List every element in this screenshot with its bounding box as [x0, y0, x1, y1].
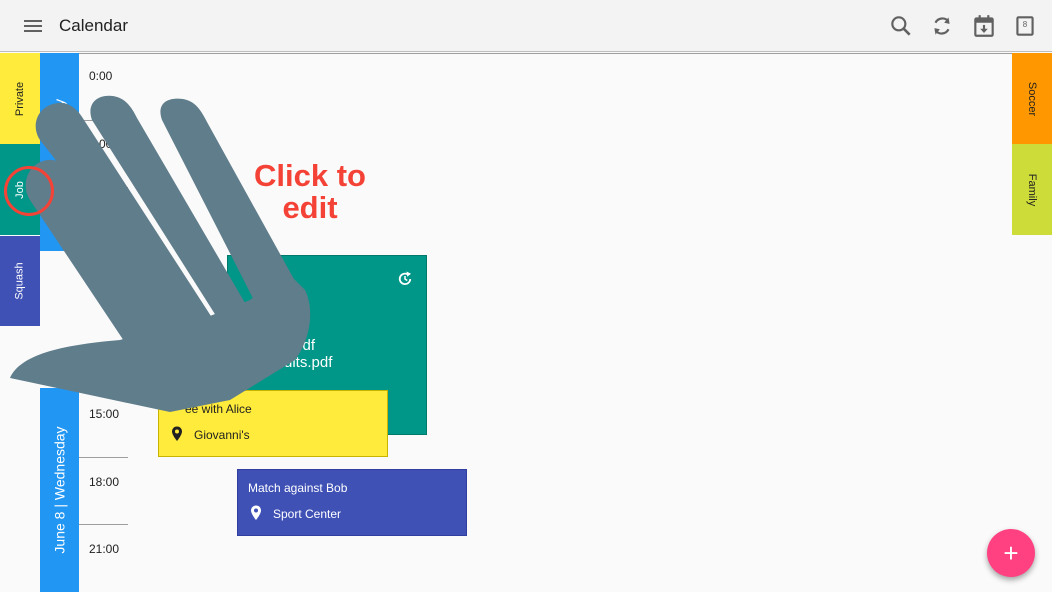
event-location: Giovanni's [194, 428, 250, 442]
recurring-icon [398, 271, 412, 285]
app-bar: Calendar 8 [0, 0, 1052, 52]
attachment-name[interactable]: .pdf [290, 337, 315, 354]
category-tab-label: Family [1025, 173, 1038, 206]
tutorial-hint: Click to edit [254, 158, 366, 225]
hour-divider [79, 457, 128, 458]
day-label: June 8 | Wednesday [51, 426, 68, 554]
category-tab-family[interactable]: Family [1012, 144, 1052, 235]
event-title: Match against Bob [248, 481, 348, 495]
app-title: Calendar [59, 16, 128, 35]
menu-icon[interactable] [20, 14, 46, 38]
attachment-name[interactable]: ults.pdf [284, 354, 332, 371]
time-label: 0:00 [89, 69, 113, 83]
time-label: 21:00 [89, 542, 120, 556]
day-header-june-8[interactable]: June 8 | Wednesday [40, 388, 79, 592]
event-match[interactable]: Match against Bob Sport Center [237, 469, 467, 536]
category-tab-squash[interactable]: Squash [0, 236, 40, 326]
sync-icon[interactable] [929, 13, 955, 39]
location-pin-icon [251, 505, 261, 520]
event-coffee[interactable]: ee with Alice Giovanni's [158, 390, 388, 457]
hour-divider [79, 120, 128, 121]
category-tab-label: Soccer [1026, 81, 1038, 116]
touch-indicator [4, 166, 54, 216]
time-label: 3:00 [89, 137, 113, 151]
location-pin-icon [172, 426, 182, 441]
category-tab-private[interactable]: Private [0, 53, 40, 144]
add-event-button[interactable]: + [987, 529, 1035, 577]
calendar-download-icon[interactable] [971, 13, 997, 39]
calendar-today-number: 8 [1022, 20, 1028, 29]
search-icon[interactable] [888, 13, 914, 39]
category-tab-label: Private [14, 81, 26, 116]
calendar-today-icon[interactable]: 8 [1012, 13, 1038, 39]
event-title: ee with Alice [185, 402, 252, 416]
event-location: Sport Center [273, 507, 342, 521]
category-tab-label: Squash [14, 262, 26, 300]
category-tab-soccer[interactable]: Soccer [1012, 53, 1052, 144]
hour-divider [79, 524, 128, 525]
day-header-june-7[interactable]: June 7 | Tuesday [40, 53, 79, 251]
calendar-grid[interactable] [79, 53, 1012, 592]
hour-divider [79, 187, 128, 188]
time-label: 15:00 [89, 407, 120, 421]
time-label: 18:00 [89, 475, 120, 489]
